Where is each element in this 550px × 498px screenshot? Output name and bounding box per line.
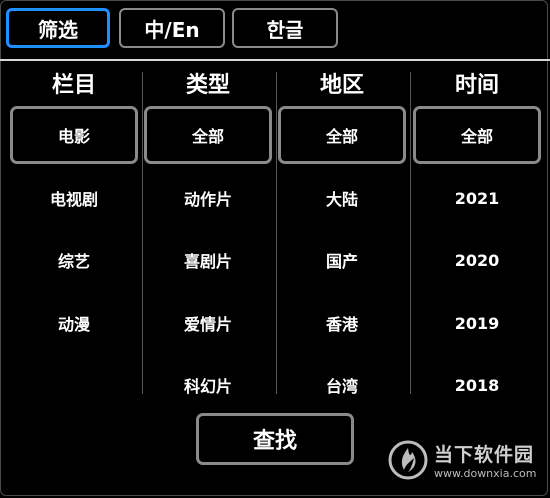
column-header-region: 地区 xyxy=(319,73,364,98)
genre-option-scifi[interactable]: 科幻片 xyxy=(144,364,272,406)
watermark-title: 当下软件园 xyxy=(434,444,535,466)
column-header-genre: 类型 xyxy=(185,73,230,98)
tab-language-cn-en[interactable]: 中/En xyxy=(119,8,225,48)
category-option-anime[interactable]: 动漫 xyxy=(10,302,138,344)
region-option-all[interactable]: 全部 xyxy=(278,106,406,164)
column-divider xyxy=(410,72,411,394)
year-option-all[interactable]: 全部 xyxy=(413,106,541,164)
year-option-2018[interactable]: 2018 xyxy=(413,364,541,406)
region-option-mainland[interactable]: 大陆 xyxy=(278,177,406,219)
column-divider xyxy=(142,72,143,394)
year-option-2019[interactable]: 2019 xyxy=(413,302,541,344)
category-option-variety[interactable]: 综艺 xyxy=(10,239,138,281)
category-option-tv-series[interactable]: 电视剧 xyxy=(10,177,138,219)
column-divider xyxy=(276,72,277,394)
genre-option-comedy[interactable]: 喜剧片 xyxy=(144,239,272,281)
watermark: 当下软件园 www.downxia.com xyxy=(388,430,538,490)
genre-option-all[interactable]: 全部 xyxy=(144,106,272,164)
region-option-hongkong[interactable]: 香港 xyxy=(278,302,406,344)
genre-option-action[interactable]: 动作片 xyxy=(144,177,272,219)
search-button[interactable]: 查找 xyxy=(196,413,354,465)
tab-language-korean[interactable]: 한글 xyxy=(232,8,338,48)
column-header-year: 时间 xyxy=(454,73,499,98)
downxia-logo-icon xyxy=(388,440,428,480)
tab-filter[interactable]: 筛选 xyxy=(6,8,110,48)
year-option-2021[interactable]: 2021 xyxy=(413,177,541,219)
category-option-movie[interactable]: 电影 xyxy=(10,106,138,164)
year-option-2020[interactable]: 2020 xyxy=(413,239,541,281)
region-option-taiwan[interactable]: 台湾 xyxy=(278,364,406,406)
column-header-category: 栏目 xyxy=(51,73,96,98)
watermark-url: www.downxia.com xyxy=(434,467,537,480)
region-option-domestic[interactable]: 国产 xyxy=(278,239,406,281)
genre-option-romance[interactable]: 爱情片 xyxy=(144,302,272,344)
header-divider xyxy=(0,59,550,61)
